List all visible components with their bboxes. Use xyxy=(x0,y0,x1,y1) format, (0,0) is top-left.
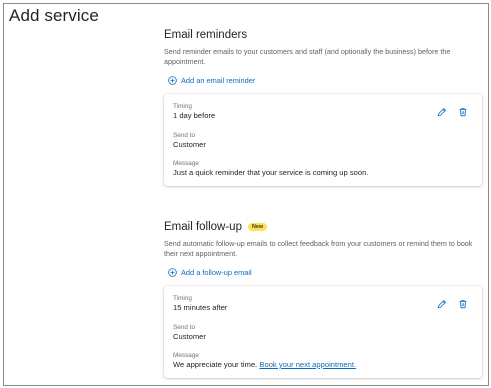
send-to-value: Customer xyxy=(173,332,206,341)
card-actions xyxy=(437,296,468,309)
add-followup-email-button[interactable]: Add a follow-up email xyxy=(168,266,484,278)
timing-field: Timing 1 day before xyxy=(173,103,215,121)
email-reminder-card[interactable]: Timing 1 day before Send to Customer Mes… xyxy=(164,94,482,186)
timing-field: Timing 15 minutes after xyxy=(173,295,227,313)
new-badge: New xyxy=(247,223,268,231)
book-next-appointment-link[interactable]: Book your next appointment. xyxy=(259,360,356,369)
message-field: Message We appreciate your time. Book yo… xyxy=(173,352,356,370)
pencil-icon[interactable] xyxy=(437,104,447,117)
email-followup-section: Email follow-up New Send automatic follo… xyxy=(164,219,484,378)
timing-value: 15 minutes after xyxy=(173,303,228,312)
card-actions xyxy=(437,104,468,117)
send-to-field: Send to Customer xyxy=(173,132,206,150)
email-reminders-title: Email reminders xyxy=(164,29,248,41)
plus-circle-icon xyxy=(168,267,177,277)
timing-value: 1 day before xyxy=(173,111,216,120)
email-followup-heading: Email follow-up New xyxy=(164,219,484,235)
email-reminders-heading: Email reminders xyxy=(164,27,484,43)
email-reminders-section: Email reminders Send reminder emails to … xyxy=(164,27,484,186)
message-value: Just a quick reminder that your service … xyxy=(173,168,369,177)
send-to-label: Send to xyxy=(173,324,196,331)
add-email-reminder-button[interactable]: Add an email reminder xyxy=(168,74,484,86)
timing-label: Timing xyxy=(173,295,192,302)
trash-icon[interactable] xyxy=(458,104,468,117)
send-to-value: Customer xyxy=(173,140,206,149)
send-to-field: Send to Customer xyxy=(173,324,206,342)
add-followup-email-label: Add a follow-up email xyxy=(181,267,252,277)
message-text: We appreciate your time. xyxy=(173,360,258,369)
message-label: Message xyxy=(173,352,199,359)
message-field: Message Just a quick reminder that your … xyxy=(173,160,368,178)
email-reminders-description: Send reminder emails to your customers a… xyxy=(164,47,451,66)
trash-icon[interactable] xyxy=(458,296,468,309)
send-to-label: Send to xyxy=(173,132,196,139)
pencil-icon[interactable] xyxy=(437,296,447,309)
page-title: Add service xyxy=(9,6,99,25)
email-followup-title: Email follow-up xyxy=(164,221,242,233)
followup-email-card[interactable]: Timing 15 minutes after Send to Customer… xyxy=(164,286,482,378)
email-followup-description: Send automatic follow-up emails to colle… xyxy=(164,239,473,258)
message-label: Message xyxy=(173,160,199,167)
message-value: We appreciate your time. Book your next … xyxy=(173,360,356,370)
plus-circle-icon xyxy=(168,75,177,85)
add-email-reminder-label: Add an email reminder xyxy=(181,75,256,85)
app-window: Add service Email reminders Send reminde… xyxy=(3,3,489,386)
timing-label: Timing xyxy=(173,103,192,110)
